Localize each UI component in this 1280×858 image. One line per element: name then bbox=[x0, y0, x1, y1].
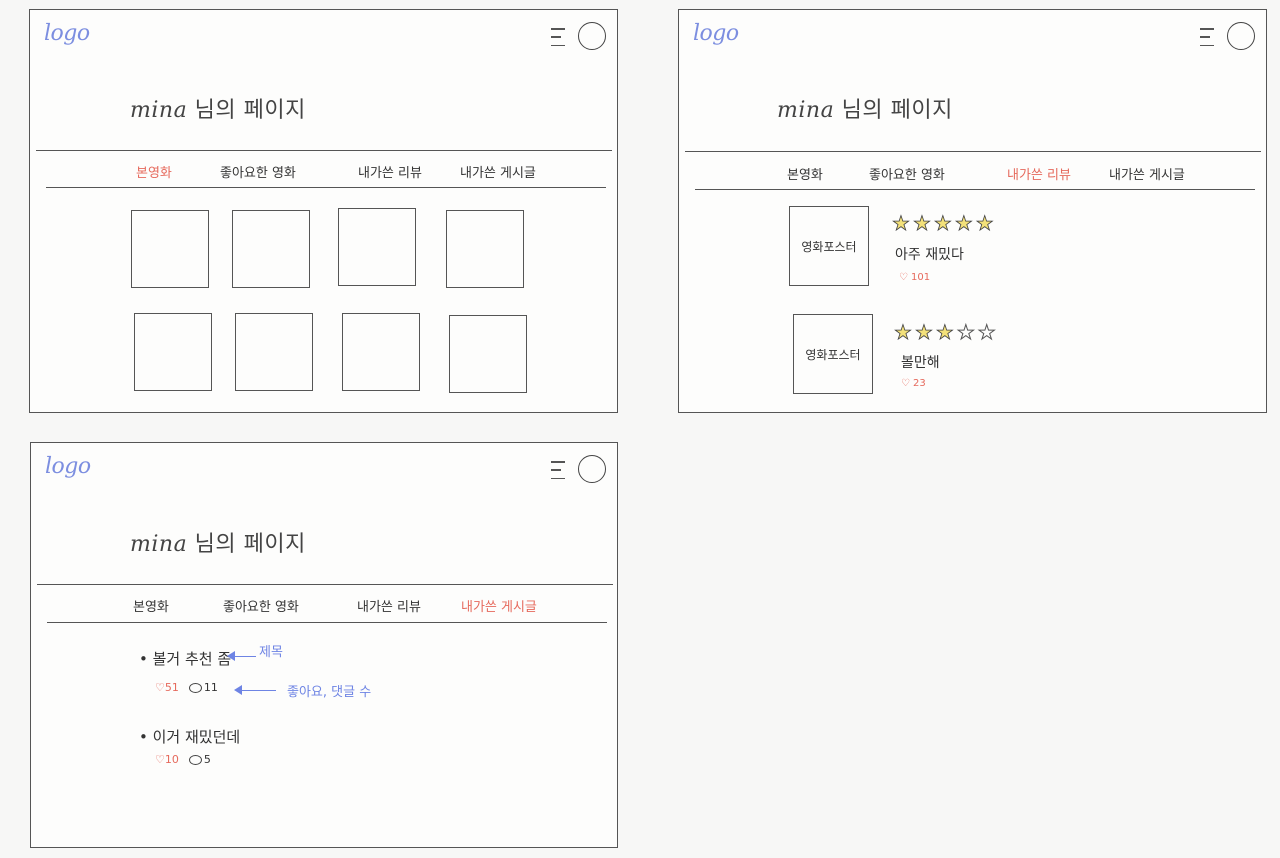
review-likes[interactable]: ♡ 23 bbox=[901, 378, 926, 389]
like-count: 23 bbox=[912, 378, 926, 389]
meta-annotation: 좋아요, 댓글 수 bbox=[287, 685, 372, 700]
comment-icon bbox=[188, 754, 202, 765]
post-likes[interactable]: ♡51 bbox=[155, 681, 179, 694]
star-filled-icon: ★ bbox=[894, 320, 913, 344]
annotation-arrow bbox=[234, 656, 256, 657]
profile-icon[interactable] bbox=[1227, 22, 1255, 50]
review-movie-poster[interactable]: 영화포스터 bbox=[789, 206, 869, 286]
review-movie-poster[interactable]: 영화포스터 bbox=[793, 314, 873, 394]
star-filled-icon: ★ bbox=[954, 211, 973, 235]
heart-icon: ♡ bbox=[901, 378, 910, 389]
user-name: mina bbox=[130, 98, 188, 123]
page-title: mina 님의 페이지 bbox=[130, 526, 306, 558]
post-title-text: 볼거 추천 좀 bbox=[152, 650, 232, 668]
like-count: 51 bbox=[164, 681, 179, 694]
user-name: mina bbox=[130, 532, 188, 557]
logo[interactable]: logo bbox=[45, 454, 91, 479]
my-reviews-screen: logo mina 님의 페이지 본영화 좋아요한 영화 내가쓴 리뷰 내가쓴 … bbox=[678, 9, 1267, 413]
movie-poster[interactable] bbox=[449, 315, 527, 393]
post-meta: ♡51 11 bbox=[155, 681, 218, 694]
tab-my-posts[interactable]: 내가쓴 게시글 bbox=[461, 596, 537, 615]
tab-my-reviews[interactable]: 내가쓴 리뷰 bbox=[357, 596, 421, 615]
tab-liked[interactable]: 좋아요한 영화 bbox=[869, 164, 945, 183]
movie-poster[interactable] bbox=[232, 210, 310, 288]
page-title-suffix: 님의 페이지 bbox=[187, 532, 306, 557]
movie-poster[interactable] bbox=[446, 210, 524, 288]
tab-my-reviews[interactable]: 내가쓴 리뷰 bbox=[1007, 164, 1071, 183]
watched-movies-screen: logo mina 님의 페이지 본영화 좋아요한 영화 내가쓴 리뷰 내가쓴 … bbox=[29, 9, 618, 413]
tab-my-reviews[interactable]: 내가쓴 리뷰 bbox=[358, 162, 422, 181]
page-title: mina 님의 페이지 bbox=[777, 92, 953, 124]
post-title-text: 이거 재밌던데 bbox=[152, 728, 241, 746]
divider bbox=[685, 151, 1261, 152]
star-rating: ★ ★ ★ ★ ★ bbox=[894, 320, 997, 344]
star-empty-icon: ★ bbox=[956, 320, 975, 344]
like-count: 101 bbox=[910, 272, 931, 283]
movie-poster[interactable] bbox=[338, 208, 416, 286]
page-title-suffix: 님의 페이지 bbox=[187, 98, 306, 123]
my-posts-screen: logo mina 님의 페이지 본영화 좋아요한 영화 내가쓴 리뷰 내가쓴 … bbox=[30, 442, 618, 848]
post-title[interactable]: • 볼거 추천 좀 bbox=[139, 648, 231, 669]
movie-poster[interactable] bbox=[235, 313, 313, 391]
star-filled-icon: ★ bbox=[914, 320, 934, 344]
post-likes[interactable]: ♡10 bbox=[155, 753, 179, 766]
star-filled-icon: ★ bbox=[912, 211, 932, 235]
star-empty-icon: ★ bbox=[977, 320, 996, 344]
tab-watched[interactable]: 본영화 bbox=[133, 596, 169, 615]
review-text: 아주 재밌다 bbox=[895, 247, 964, 263]
post-title[interactable]: • 이거 재밌던데 bbox=[139, 726, 240, 747]
tab-watched[interactable]: 본영화 bbox=[136, 162, 172, 181]
like-count: 10 bbox=[164, 753, 179, 766]
hamburger-menu-icon[interactable] bbox=[551, 28, 565, 46]
tab-my-posts[interactable]: 내가쓴 게시글 bbox=[1109, 164, 1185, 183]
comment-icon bbox=[188, 682, 202, 693]
logo[interactable]: logo bbox=[44, 21, 90, 46]
page-title: mina 님의 페이지 bbox=[130, 92, 306, 124]
hamburger-menu-icon[interactable] bbox=[1200, 28, 1214, 46]
review-likes[interactable]: ♡ 101 bbox=[899, 272, 930, 283]
tab-watched[interactable]: 본영화 bbox=[787, 164, 823, 183]
movie-poster[interactable] bbox=[131, 210, 209, 288]
divider bbox=[695, 189, 1255, 190]
post-comments[interactable]: 5 bbox=[188, 753, 211, 766]
star-filled-icon: ★ bbox=[975, 211, 994, 235]
tab-liked[interactable]: 좋아요한 영화 bbox=[220, 162, 296, 181]
tab-my-posts[interactable]: 내가쓴 게시글 bbox=[460, 162, 536, 181]
comment-count: 11 bbox=[203, 681, 218, 694]
star-filled-icon: ★ bbox=[935, 320, 954, 344]
movie-poster[interactable] bbox=[134, 313, 212, 391]
star-rating: ★ ★ ★ ★ ★ bbox=[892, 211, 994, 235]
profile-icon[interactable] bbox=[578, 455, 606, 483]
annotation-arrow bbox=[241, 690, 276, 691]
profile-icon[interactable] bbox=[578, 22, 606, 50]
review-text: 볼만해 bbox=[901, 355, 940, 371]
post-meta: ♡10 5 bbox=[155, 753, 211, 766]
logo[interactable]: logo bbox=[693, 21, 739, 46]
divider bbox=[37, 584, 613, 585]
post-comments[interactable]: 11 bbox=[188, 681, 218, 694]
user-name: mina bbox=[777, 98, 835, 123]
heart-icon: ♡ bbox=[899, 272, 908, 283]
divider bbox=[46, 187, 606, 188]
movie-poster[interactable] bbox=[342, 313, 420, 391]
hamburger-menu-icon[interactable] bbox=[551, 461, 565, 479]
divider bbox=[36, 150, 612, 151]
comment-count: 5 bbox=[203, 753, 211, 766]
star-filled-icon: ★ bbox=[933, 211, 952, 235]
page-title-suffix: 님의 페이지 bbox=[834, 98, 953, 123]
divider bbox=[47, 622, 607, 623]
star-filled-icon: ★ bbox=[892, 211, 911, 235]
tab-liked[interactable]: 좋아요한 영화 bbox=[223, 596, 299, 615]
title-annotation: 제목 bbox=[259, 645, 283, 660]
